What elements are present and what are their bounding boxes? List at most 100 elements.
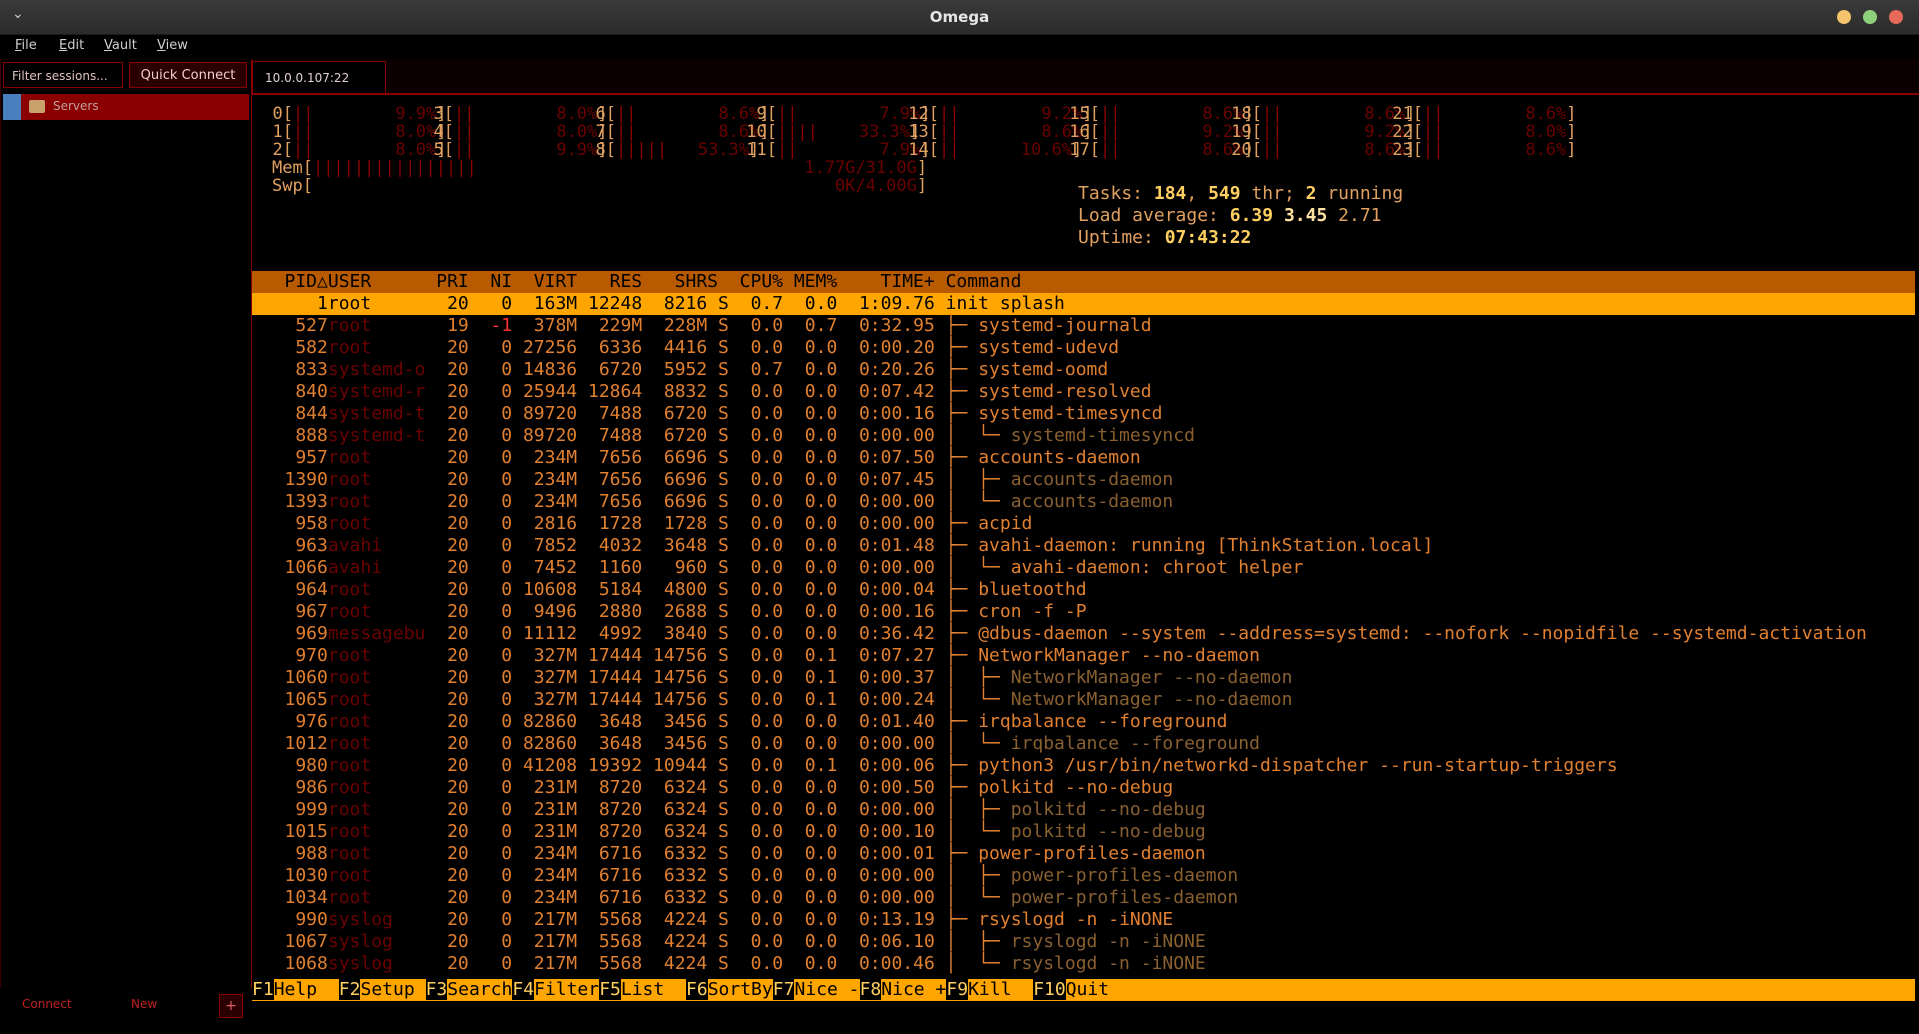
cpu-bar: || [1099,140,1182,160]
session-sidebar: Filter sessions... Quick Connect Servers [0,59,253,988]
terminal-view[interactable]: 0[|| 9.9%] 1[|| 8.0%] 2[|| 8.0%] 3[|| 8.… [252,95,1919,1001]
tree-item-label: Servers [53,99,99,113]
title-bar: ⌄ Omega [0,0,1919,35]
process-row[interactable]: 1393root 20 0 234M 7656 6696 S 0.0 0.0 0… [252,491,1174,513]
connect-button[interactable]: Connect [22,997,72,1011]
process-row[interactable]: 888systemd-t 20 0 89720 7488 6720 S 0.0 … [252,425,1195,447]
cpu-bar: || [292,122,375,142]
process-row[interactable]: 833systemd-o 20 0 14836 6720 5952 S 0.7 … [252,359,1108,381]
process-row[interactable]: 963avahi 20 0 7852 4032 3648 S 0.0 0.0 0… [252,535,1433,557]
menu-view[interactable]: View [157,38,188,53]
close-icon[interactable] [1889,10,1903,24]
fkey-f3[interactable]: F3Search [425,979,512,1001]
fkey-f9[interactable]: F9Kill [946,979,1033,1001]
process-row[interactable]: 1065root 20 0 327M 17444 14756 S 0.0 0.1… [252,689,1293,711]
process-row[interactable]: 964root 20 0 10608 5184 4800 S 0.0 0.0 0… [252,579,1086,601]
process-row[interactable]: 988root 20 0 234M 6716 6332 S 0.0 0.0 0:… [252,843,1205,865]
process-row[interactable]: 1015root 20 0 231M 8720 6324 S 0.0 0.0 0… [252,821,1206,843]
cpu-percent: 8.6% [1504,140,1567,160]
process-row[interactable]: 1068syslog 20 0 217M 5568 4224 S 0.0 0.0… [252,953,1206,975]
fkey-f10[interactable]: F10Quit [1033,979,1109,1001]
process-row[interactable]: 957root 20 0 234M 7656 6696 S 0.0 0.0 0:… [252,447,1140,469]
cpu-bar: |||| [776,122,849,142]
cpu-bar: || [1099,104,1182,124]
cpu-bar: || [776,140,859,160]
cpu-meter-14: 14[|| 10.6%] [898,140,1083,160]
process-row[interactable]: 1066avahi 20 0 7452 1160 960 S 0.0 0.0 0… [252,557,1304,579]
selection-marker [3,94,21,120]
cpu-bar: || [1261,104,1344,124]
process-row[interactable]: 990syslog 20 0 217M 5568 4224 S 0.0 0.0 … [252,909,1173,931]
mem-meter: Mem[|||||||||||||||| 1.77G/31.0G] [272,158,928,178]
fkey-f8[interactable]: F8Nice + [859,979,946,1001]
fkey-f7[interactable]: F7Nice - [772,979,860,1001]
menu-edit[interactable]: Edit [59,38,84,53]
load-average-line: Load average: 6.39 3.45 2.71 [1078,205,1382,226]
process-row[interactable]: 967root 20 0 9496 2880 2688 S 0.0 0.0 0:… [252,601,1086,623]
process-header-text[interactable]: PID△USER PRI NI VIRT RES SHRS CPU% MEM% … [252,271,1022,293]
process-row[interactable]: 1012root 20 0 82860 3648 3456 S 0.0 0.0 … [252,733,1260,755]
process-row[interactable]: 970root 20 0 327M 17444 14756 S 0.0 0.1 … [252,645,1260,667]
cpu-meter-10: 10[|||| 33.3%] [736,122,921,142]
window-title: Omega [929,8,990,26]
process-row[interactable]: 1034root 20 0 234M 6716 6332 S 0.0 0.0 0… [252,887,1239,909]
process-row[interactable]: 1030root 20 0 234M 6716 6332 S 0.0 0.0 0… [252,865,1239,887]
cpu-bar: || [615,122,698,142]
cpu-bar: || [1261,122,1344,142]
process-row[interactable]: 976root 20 0 82860 3648 3456 S 0.0 0.0 0… [252,711,1227,733]
process-row[interactable]: 986root 20 0 231M 8720 6324 S 0.0 0.0 0:… [252,777,1173,799]
maximize-icon[interactable] [1863,10,1877,24]
process-row[interactable]: 958root 20 0 2816 1728 1728 S 0.0 0.0 0:… [252,513,1032,535]
fkey-f6[interactable]: F6SortBy [686,979,773,1001]
process-row[interactable]: 844systemd-t 20 0 89720 7488 6720 S 0.0 … [252,403,1162,425]
cpu-bar: || [1422,104,1505,124]
process-row[interactable]: 969messagebu 20 0 11112 4992 3840 S 0.0 … [252,623,1866,645]
menu-vault[interactable]: Vault [104,38,137,53]
mem-value: 1.77G/31.0G [804,158,917,178]
menu-bar: File Edit Vault View [0,35,1919,59]
cpu-bar: || [938,122,1021,142]
session-tree: Servers [1,94,251,987]
fkey-f5[interactable]: F5List [599,979,686,1001]
minimize-icon[interactable] [1837,10,1851,24]
cpu-bar: || [453,104,536,124]
tree-item-servers[interactable]: Servers [3,94,249,120]
tab-session[interactable]: 10.0.0.107:22 [252,61,386,93]
new-button[interactable]: New [131,997,157,1011]
cpu-bar: || [453,140,536,160]
cpu-bar: || [1099,122,1182,142]
process-row-selected[interactable]: 1root 20 0 163M 12248 8216 S 0.7 0.0 1:0… [252,293,1065,315]
cpu-bar: || [615,104,698,124]
process-row[interactable]: 527root 19 -1 378M 229M 228M S 0.0 0.7 0… [252,315,1151,337]
cpu-bar: || [1422,122,1505,142]
process-row[interactable]: 999root 20 0 231M 8720 6324 S 0.0 0.0 0:… [252,799,1205,821]
process-row[interactable]: 980root 20 0 41208 19392 10944 S 0.0 0.1… [252,755,1617,777]
process-row[interactable]: 840systemd-r 20 0 25944 12864 8832 S 0.0… [252,381,1151,403]
cpu-bar: ||||| [615,140,688,160]
cpu-percent: 8.6% [1504,104,1567,124]
cpu-bar: || [938,104,1021,124]
menu-file[interactable]: File [15,38,37,53]
filter-sessions-input[interactable]: Filter sessions... [3,62,123,88]
fkey-f4[interactable]: F4Filter [512,979,599,1001]
uptime-line: Uptime: 07:43:22 [1078,227,1252,248]
cpu-meter-8: 8[||||| 53.3%] [575,140,760,160]
process-row[interactable]: 582root 20 0 27256 6336 4416 S 0.0 0.0 0… [252,337,1119,359]
fkey-f2[interactable]: F2Setup [338,979,426,1001]
folder-icon [29,100,45,113]
cpu-bar: || [1261,140,1344,160]
cpu-percent: 8.0% [1504,122,1567,142]
quick-connect-button[interactable]: Quick Connect [129,62,247,88]
add-session-button[interactable]: + [219,994,243,1018]
function-key-bar: F1Help F2Setup F3Search F4Filter F5List F6… [252,979,1915,1001]
tab-bar: 10.0.0.107:22 [252,59,1919,95]
swap-value: 0K/4.00G [834,176,917,196]
process-row[interactable]: 1067syslog 20 0 217M 5568 4224 S 0.0 0.0… [252,931,1206,953]
cpu-bar: || [938,140,1011,160]
cpu-bar: || [453,122,536,142]
tasks-line: Tasks: 184, 549 thr; 2 running [1078,183,1404,204]
process-row[interactable]: 1060root 20 0 327M 17444 14756 S 0.0 0.1… [252,667,1293,689]
fkey-f1[interactable]: F1Help [252,979,339,1001]
cpu-meter-22: 22[|| 8.0%] [1382,122,1577,142]
process-row[interactable]: 1390root 20 0 234M 7656 6696 S 0.0 0.0 0… [252,469,1174,491]
